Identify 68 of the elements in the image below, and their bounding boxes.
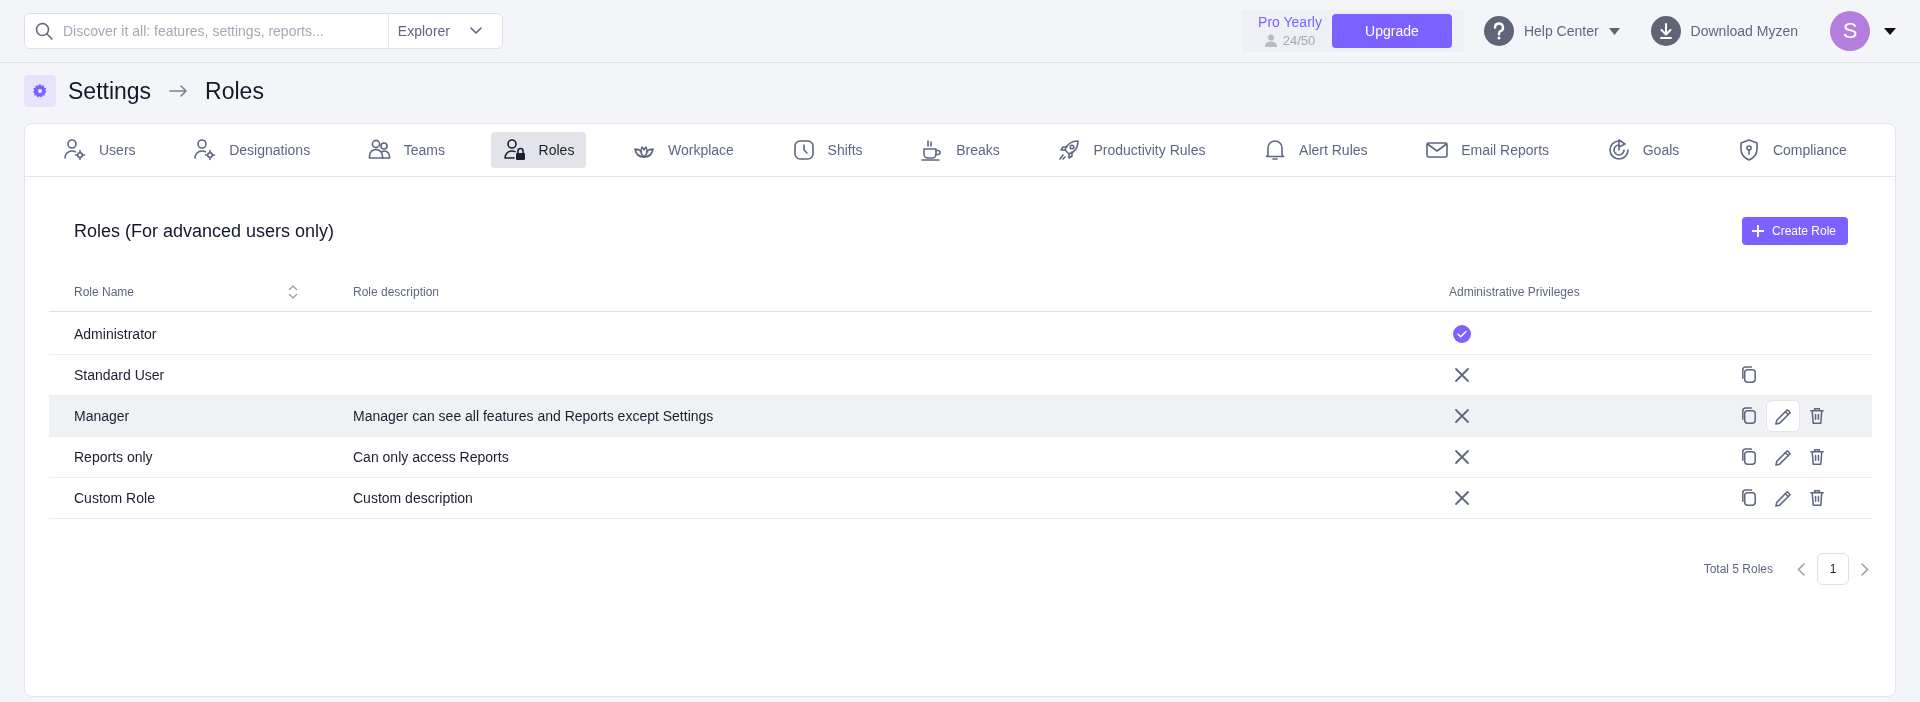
column-header: Administrative Privileges — [1449, 285, 1581, 299]
role-description: Can only access Reports — [353, 449, 510, 465]
role-name: Custom Role — [74, 490, 156, 506]
pencil-icon — [1773, 447, 1793, 467]
trash-icon — [1807, 488, 1827, 508]
tab-icon — [193, 138, 218, 162]
tab[interactable]: Teams — [355, 132, 457, 168]
help-center-link[interactable]: Help Center — [1483, 16, 1620, 46]
arrow-icon — [169, 85, 188, 97]
pencil-icon — [1773, 488, 1793, 508]
user-icon — [1264, 34, 1277, 47]
tab-icon — [1057, 138, 1082, 162]
tab[interactable]: Workplace — [620, 132, 746, 168]
tab[interactable]: Email Reports — [1413, 132, 1562, 168]
upgrade-button[interactable]: Upgrade — [1331, 14, 1452, 48]
search-field[interactable]: Discover it all: features, settings, reports... Explorer — [24, 13, 503, 49]
tab-icon — [63, 138, 87, 162]
tab-icon — [1606, 138, 1631, 162]
pencil-icon — [1773, 406, 1793, 426]
chevron-down-icon — [470, 27, 482, 35]
avatar[interactable]: S — [1830, 11, 1870, 51]
tab-icon — [791, 138, 816, 162]
tab[interactable]: Goals — [1594, 132, 1692, 168]
total-count: Total 5 Roles — [1703, 562, 1773, 576]
tab-icon — [502, 138, 527, 162]
tab-icon — [367, 138, 392, 162]
tab[interactable]: Users — [51, 132, 148, 168]
help-icon — [1483, 16, 1514, 46]
role-name: Standard User — [74, 367, 166, 383]
role-name: Reports only — [74, 449, 154, 465]
plan-name: Pro Yearly — [1258, 14, 1322, 30]
copy-icon — [1739, 365, 1759, 385]
trash-icon — [1807, 406, 1827, 426]
plus-icon — [1751, 225, 1764, 237]
page-button[interactable]: 1 — [1817, 553, 1849, 585]
copy-icon — [1739, 406, 1759, 426]
role-description: Custom description — [353, 490, 474, 506]
section-title: Roles (For advanced users only) — [73, 220, 335, 242]
tab[interactable]: Productivity Rules — [1045, 132, 1218, 168]
role-name: Administrator — [74, 326, 158, 342]
caret-icon — [1608, 27, 1620, 35]
copy-icon — [1739, 447, 1759, 467]
breadcrumb-item[interactable]: Settings — [68, 77, 152, 105]
trash-icon — [1807, 447, 1827, 467]
pencil-button[interactable] — [1766, 400, 1800, 432]
seat-count: 24/50 — [1282, 33, 1316, 48]
tab[interactable]: Compliance — [1724, 132, 1859, 168]
create-role-button[interactable]: Create Role — [1741, 217, 1848, 245]
copy-icon — [1739, 488, 1759, 508]
role-description: Manager can see all features and Reports except Settings — [353, 408, 715, 424]
chevron-icon — [1797, 562, 1805, 576]
chevron-icon — [1861, 562, 1869, 576]
tab[interactable]: Designations — [181, 132, 323, 168]
search-icon — [35, 22, 53, 40]
scope-dropdown[interactable]: Explorer — [387, 14, 502, 48]
sort-icon[interactable] — [288, 285, 298, 299]
breadcrumb-item: Roles — [205, 77, 264, 105]
tab[interactable]: Roles — [490, 132, 587, 168]
role-name: Manager — [74, 408, 131, 424]
download-icon — [1650, 16, 1681, 46]
tab[interactable]: Shifts — [779, 132, 875, 168]
column-header: Role Name — [74, 285, 135, 299]
tab[interactable]: Breaks — [908, 132, 1012, 168]
settings-icon — [24, 75, 56, 107]
download-link[interactable]: Download Myzen — [1650, 16, 1798, 46]
column-header: Role description — [353, 285, 441, 299]
caret-icon[interactable] — [1884, 27, 1896, 35]
tab[interactable]: Alert Rules — [1251, 132, 1380, 168]
